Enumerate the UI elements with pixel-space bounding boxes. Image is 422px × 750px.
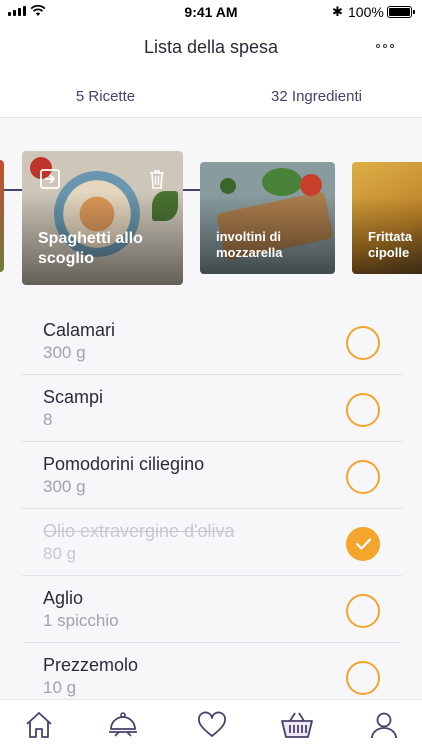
- open-recipe-icon[interactable]: [39, 168, 61, 190]
- checkbox-circle[interactable]: [346, 326, 380, 360]
- battery-icon: [387, 6, 415, 18]
- bottom-nav: [0, 699, 422, 750]
- more-options-icon[interactable]: [376, 44, 394, 48]
- tab-recipes[interactable]: 5 Ricette: [0, 88, 211, 105]
- checkbox-circle[interactable]: [346, 460, 380, 494]
- ingredient-name: Prezzemolo: [43, 655, 139, 675]
- recipe-card-frittata[interactable]: Frittata cipolle: [352, 162, 422, 274]
- checkbox-circle-checked[interactable]: [346, 527, 380, 561]
- checkbox-circle[interactable]: [346, 594, 380, 628]
- tab-bar: 5 Ricette 32 Ingredienti: [0, 74, 422, 191]
- status-bar: 9:41 AM ✱ 100%: [0, 0, 422, 24]
- ingredient-name: Olio extravergine d'oliva: [43, 521, 235, 541]
- list-item[interactable]: Scampi 8: [22, 375, 402, 442]
- trash-icon[interactable]: [146, 168, 168, 190]
- battery-percent: 100%: [348, 4, 384, 20]
- bluetooth-icon: ✱: [332, 4, 343, 19]
- app-header: Lista della spesa: [0, 24, 422, 74]
- checkmark-icon: [355, 538, 372, 550]
- nav-shopping-list[interactable]: [280, 709, 314, 741]
- nav-home[interactable]: [22, 709, 56, 741]
- nav-favorites[interactable]: [195, 709, 229, 741]
- recipe-card-title: involtini di mozzarella: [216, 229, 283, 261]
- profile-icon: [371, 712, 397, 739]
- recipe-card-partial[interactable]: [0, 160, 4, 272]
- page-title: Lista della spesa: [143, 37, 279, 57]
- ingredient-name: Calamari: [43, 320, 116, 340]
- list-item[interactable]: Calamari 300 g: [22, 308, 402, 375]
- recipe-card-title: Frittata cipolle: [368, 229, 413, 261]
- battery-fill: [389, 8, 410, 16]
- ingredient-name: Scampi: [43, 387, 104, 407]
- home-icon: [26, 712, 52, 738]
- recipe-card-spaghetti[interactable]: Spaghetti allo scoglio: [22, 151, 183, 285]
- chef-cloche-icon: [109, 712, 137, 737]
- ingredient-name: Aglio: [43, 588, 84, 608]
- recipe-card-involtini[interactable]: involtini di mozzarella: [200, 162, 335, 274]
- checkbox-circle[interactable]: [346, 661, 380, 695]
- ingredient-quantity: 300 g: [43, 343, 86, 362]
- list-item[interactable]: Aglio 1 spicchio: [22, 576, 402, 643]
- ingredient-quantity: 10 g: [43, 678, 77, 697]
- recipe-card-title: Spaghetti allo scoglio: [38, 230, 143, 267]
- heart-icon: [198, 711, 226, 737]
- list-item[interactable]: Pomodorini ciliegino 300 g: [22, 442, 402, 509]
- recipe-carousel[interactable]: Spaghetti allo scoglio involtini di mozz…: [0, 118, 422, 300]
- tab-ingredients[interactable]: 32 Ingredienti: [211, 88, 422, 105]
- ingredient-quantity: 300 g: [43, 477, 86, 496]
- nav-profile[interactable]: [367, 709, 401, 741]
- ingredient-name: Pomodorini ciliegino: [43, 454, 205, 474]
- basket-icon: [281, 712, 313, 738]
- ingredient-quantity: 8: [43, 410, 53, 429]
- nav-recipes[interactable]: [106, 709, 140, 741]
- list-item[interactable]: Olio extravergine d'oliva 80 g: [22, 509, 402, 576]
- ingredient-quantity: 80 g: [43, 544, 77, 563]
- checkbox-circle[interactable]: [346, 393, 380, 427]
- ingredient-quantity: 1 spicchio: [43, 611, 119, 630]
